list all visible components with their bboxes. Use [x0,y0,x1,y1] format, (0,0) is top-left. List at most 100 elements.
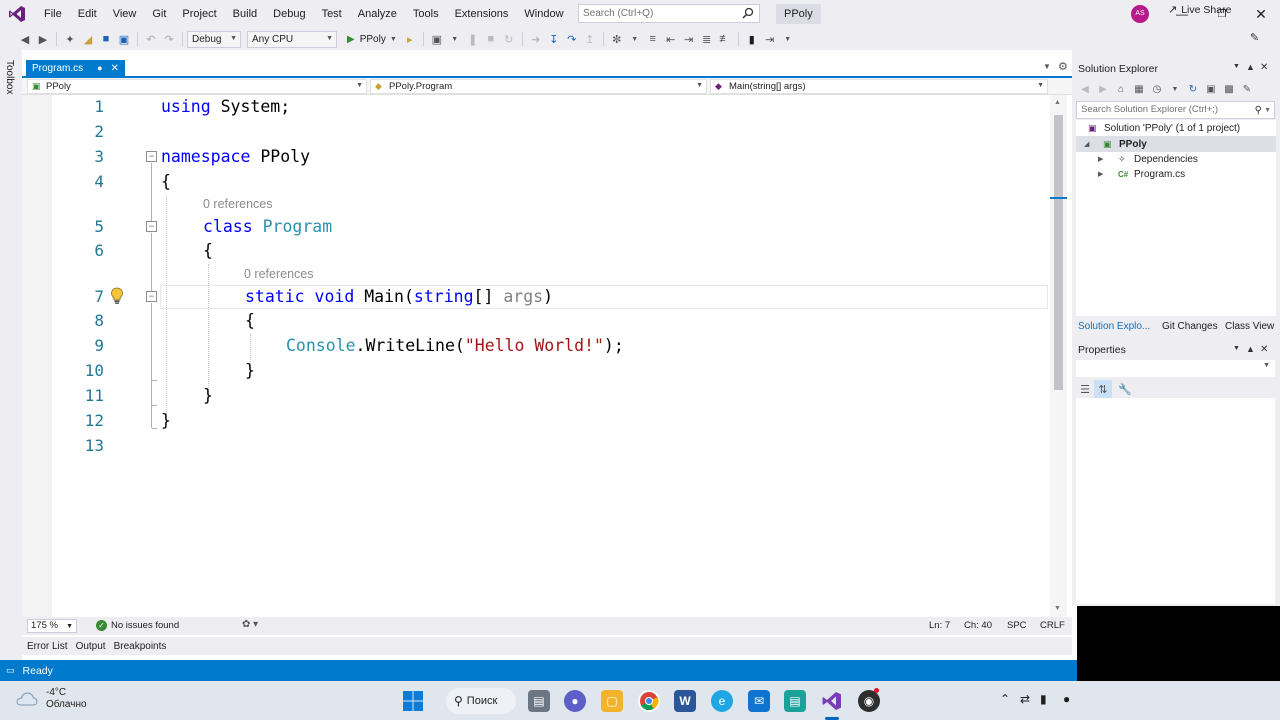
column-indicator[interactable]: Ch: 40 [964,620,992,631]
step-out-icon[interactable]: ↥ [581,30,599,48]
properties-object-select[interactable]: ▼ [1076,360,1275,377]
user-avatar[interactable]: AS [1131,5,1149,23]
pending-changes-filter-icon[interactable]: ◷ [1148,80,1166,98]
collapsed-icon[interactable]: ▶ [1098,170,1103,178]
notepad-icon[interactable]: ▤ [784,690,806,712]
collapse-namespace-icon[interactable]: − [146,151,157,162]
code-cleanup-icon[interactable]: ✿ ▾ [242,619,258,630]
collapse-method-icon[interactable]: − [146,291,157,302]
undo-icon[interactable]: ↶ [142,30,160,48]
run-without-debugging-icon[interactable]: ▸ [401,30,419,48]
settings-gear-icon[interactable]: ⚙ [1058,60,1068,73]
bookmark-icon[interactable]: ▮ [743,30,761,48]
tab-output[interactable]: Output [76,641,106,652]
collapsed-icon[interactable]: ▶ [1098,155,1103,163]
feedback-icon[interactable]: ✎ [1250,31,1259,44]
type-select[interactable]: ◆ PPoly.Program ▼ [370,79,707,94]
line-indicator[interactable]: Ln: 7 [929,620,950,631]
lightbulb-icon[interactable] [109,287,125,305]
obs-icon[interactable]: ◉ [858,690,880,712]
menu-test[interactable]: Test [314,0,350,28]
property-pages-icon[interactable]: 🔧 [1116,380,1134,398]
dropdown-icon[interactable]: ▼ [446,30,464,48]
toolbox-tab[interactable]: Toolbox [4,60,15,94]
editor-vertical-scrollbar[interactable]: ▲ ▼ [1050,95,1067,617]
live-share-button[interactable]: ↗ Live Share [1168,3,1231,17]
word-icon[interactable]: W [674,690,696,712]
codelens-references[interactable]: 0 references [244,267,313,281]
project-select[interactable]: ▣ PPoly ▼ [27,79,367,94]
microphone-icon[interactable]: ● [1063,692,1070,706]
expanded-icon[interactable]: ◢ [1084,140,1089,148]
step-over-icon[interactable]: ↷ [563,30,581,48]
pin-icon[interactable]: ▲ [1246,344,1255,354]
close-icon[interactable]: ✕ [1260,62,1268,73]
outdent-icon[interactable]: ⇥ [680,30,698,48]
step-into-icon[interactable]: ↧ [545,30,563,48]
dropdown-icon[interactable]: ▼ [626,30,644,48]
menu-tools[interactable]: Tools [405,0,447,28]
zoom-select[interactable]: 175 % ▼ [27,619,77,633]
menu-file[interactable]: File [36,0,70,28]
task-view-icon[interactable]: ▤ [528,690,550,712]
categorized-icon[interactable]: ☰ [1076,380,1094,398]
navigate-back-icon[interactable]: ◀ [16,30,34,48]
tab-error-list[interactable]: Error List [27,641,68,652]
menu-view[interactable]: View [105,0,145,28]
tab-breakpoints[interactable]: Breakpoints [114,641,167,652]
code-editor[interactable] [22,95,1072,617]
indent-icon[interactable]: ⇤ [662,30,680,48]
scrollbar-thumb[interactable] [1054,115,1063,390]
collapse-class-icon[interactable]: − [146,221,157,232]
mail-icon[interactable]: ✉ [748,690,770,712]
configuration-select[interactable]: Debug ▼ [187,30,241,48]
weather-widget[interactable]: -4°C Облачно [16,687,87,711]
toolbar-options-icon[interactable]: ▼ [779,30,797,48]
redo-icon[interactable]: ↷ [160,30,178,48]
save-all-icon[interactable]: ▣ [115,30,133,48]
uncomment-icon[interactable]: ≢ [716,30,734,48]
codelens-references[interactable]: 0 references [203,197,272,211]
navigate-forward-icon[interactable]: ▶ [34,30,52,48]
sync-icon[interactable]: ↻ [1184,80,1202,98]
solution-explorer-search-input[interactable]: Search Solution Explorer (Ctrl+;) ⚲ ▼ [1076,101,1275,119]
show-all-files-icon[interactable]: ▩ [1220,80,1238,98]
pin-icon[interactable]: ▲ [1246,62,1255,72]
forward-icon[interactable]: ▶ [1094,80,1112,98]
spacing-indicator[interactable]: SPC [1007,620,1027,631]
collapse-all-icon[interactable]: ▣ [1202,80,1220,98]
menu-git[interactable]: Git [144,0,174,28]
menu-analyze[interactable]: Analyze [350,0,405,28]
tab-class-view[interactable]: Class View [1225,321,1274,332]
format-icon[interactable]: ≣ [698,30,716,48]
tree-item-solution[interactable]: ▣ Solution 'PPoly' (1 of 1 project) [1076,120,1276,136]
show-hidden-icons-chevron-icon[interactable]: ⌃ [1000,692,1010,706]
volume-icon[interactable]: ▮ [1040,692,1047,706]
menu-debug[interactable]: Debug [265,0,313,28]
scroll-up-icon[interactable]: ▲ [1054,99,1061,106]
restart-icon[interactable]: ↻ [500,30,518,48]
close-icon[interactable]: ✕ [1260,344,1268,355]
scroll-down-icon[interactable]: ▼ [1054,605,1061,612]
window-position-icon[interactable]: ▼ [1233,345,1240,352]
tree-item-dependencies[interactable]: ▶ ✧ Dependencies [1076,151,1276,167]
visual-studio-taskbar-icon[interactable] [821,690,843,712]
edge-icon[interactable]: e [711,690,733,712]
hot-reload-icon[interactable]: ✼ [608,30,626,48]
screenshot-icon[interactable]: ▣ [428,30,446,48]
alphabetical-icon[interactable]: ⇅ [1094,380,1112,398]
tab-program-cs[interactable]: Program.cs ● ✕ [26,60,125,76]
menu-window[interactable]: Window [516,0,571,28]
taskbar-search-button[interactable]: ⚲ Поиск [446,688,516,714]
tab-solution-explorer[interactable]: Solution Explo... [1078,321,1150,332]
comment-icon[interactable]: ≡ [644,30,662,48]
stop-icon[interactable]: ■ [482,30,500,48]
issues-indicator[interactable]: ✓ No issues found [96,620,179,631]
start-debugging-button[interactable]: ▶ PPoly ▼ [343,34,401,45]
bookmark-navigate-icon[interactable]: ⇥ [761,30,779,48]
menu-extensions[interactable]: Extensions [447,0,517,28]
windows-start-icon[interactable] [402,690,424,712]
tree-item-program-cs[interactable]: ▶ C# Program.cs [1076,166,1276,182]
pause-icon[interactable]: ❚ [464,30,482,48]
back-icon[interactable]: ◀ [1076,80,1094,98]
